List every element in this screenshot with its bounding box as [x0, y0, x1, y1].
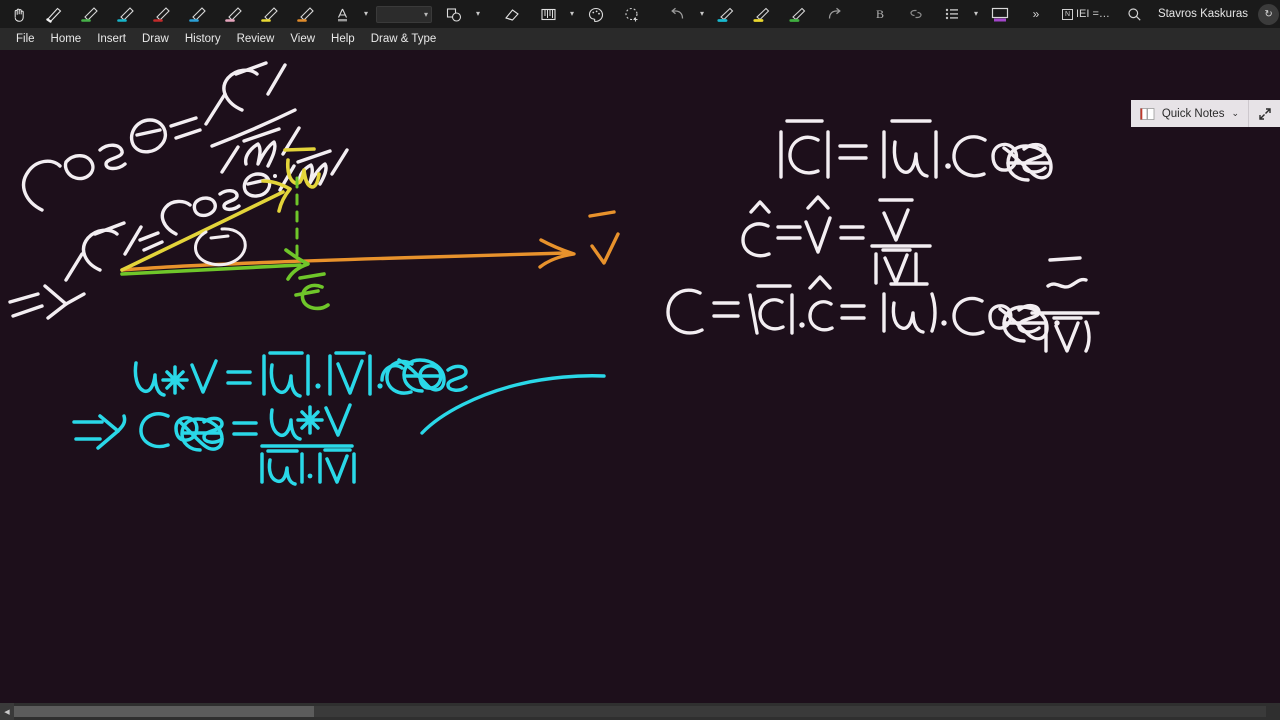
ink-formula-dot-product — [133, 351, 468, 398]
scrollbar-thumb[interactable] — [14, 706, 314, 717]
link-button[interactable] — [898, 1, 934, 27]
ink-color-tool[interactable] — [578, 1, 614, 27]
document-icon: N — [1062, 8, 1073, 20]
scroll-left-glyph: ◀ — [4, 708, 10, 716]
chevron-down-icon[interactable]: ▾ — [472, 1, 484, 27]
ink-formula-cos-theta-solved — [72, 403, 356, 486]
bold-button[interactable]: B — [862, 1, 898, 27]
document-name[interactable]: N IEI =… — [1054, 8, 1118, 20]
chevron-down-icon: ▾ — [423, 9, 428, 19]
color-swatch[interactable]: ▾ — [376, 5, 432, 23]
lasso-select-tool[interactable] — [614, 1, 650, 27]
ruler-tool[interactable] — [530, 1, 566, 27]
pen-tool-yellow[interactable] — [252, 1, 288, 27]
highlighter-yellow[interactable] — [744, 1, 780, 27]
redo-button[interactable] — [816, 1, 852, 27]
scroll-left-button[interactable]: ◀ — [0, 703, 14, 720]
overflow-label: » — [1032, 7, 1040, 21]
menu-draw[interactable]: Draw — [134, 30, 177, 48]
expand-notes-button[interactable] — [1248, 100, 1280, 127]
bottom-strip: ◀ — [0, 703, 1280, 720]
pen-tool-cyan[interactable] — [108, 1, 144, 27]
bullet-list-button[interactable] — [934, 1, 970, 27]
menu-insert[interactable]: Insert — [89, 30, 134, 48]
pen-tool-blue[interactable] — [180, 1, 216, 27]
chevron-down-icon[interactable]: ▾ — [970, 1, 982, 27]
font-color-picker[interactable] — [324, 1, 360, 27]
lasso-hand-tool[interactable] — [0, 1, 36, 27]
undo-button[interactable] — [660, 1, 696, 27]
horizontal-scrollbar[interactable]: ◀ — [0, 703, 1280, 720]
title-bar: ▾ ▾ ▾ ▾ ▾ B ▾ » N IEI =… Stavros Kaskura… — [0, 0, 1280, 28]
title-bar-right: N IEI =… Stavros Kaskuras ↻ — — [1054, 0, 1280, 28]
search-button[interactable] — [1118, 1, 1152, 27]
menu-bar: File Home Insert Draw History Review Vie… — [0, 28, 1280, 50]
scrollbar-end-pad — [1266, 703, 1280, 720]
ink-formula-cos-theta-definition — [22, 61, 301, 212]
menu-help[interactable]: Help — [323, 30, 363, 48]
ink-angle-theta-label — [194, 227, 247, 267]
sync-glyph: ↻ — [1264, 8, 1273, 20]
bold-label: B — [875, 6, 884, 21]
page-view-button[interactable] — [982, 1, 1018, 27]
document-name-label: IEI =… — [1076, 8, 1110, 20]
quick-notes-label: Quick Notes — [1161, 107, 1225, 120]
shapes-tool[interactable] — [436, 1, 472, 27]
highlighter-cyan[interactable] — [708, 1, 744, 27]
pen-tool-orange[interactable] — [288, 1, 324, 27]
handwritten-ink-layer — [8, 61, 1100, 486]
ink-formula-c-vector-full — [666, 256, 1100, 353]
note-canvas[interactable]: Quick Notes ⌄ — [0, 50, 1280, 703]
pen-tool-pink[interactable] — [216, 1, 252, 27]
menu-review[interactable]: Review — [229, 30, 283, 48]
menu-history[interactable]: History — [177, 30, 229, 48]
chevron-down-icon[interactable]: ▾ — [360, 1, 372, 27]
quick-notes-button[interactable]: Quick Notes ⌄ — [1130, 100, 1248, 127]
pen-tool-red[interactable] — [144, 1, 180, 27]
menu-file[interactable]: File — [8, 30, 43, 48]
quick-notes-panel: Quick Notes ⌄ — [1130, 100, 1280, 127]
pen-tool-green[interactable] — [72, 1, 108, 27]
onenote-window: ▾ ▾ ▾ ▾ ▾ B ▾ » N IEI =… Stavros Kaskura… — [0, 0, 1280, 720]
highlighter-green[interactable] — [780, 1, 816, 27]
chevron-down-icon[interactable]: ⌄ — [1231, 108, 1239, 119]
toolbar-overflow-button[interactable]: » — [1018, 1, 1054, 27]
eraser-tool[interactable] — [494, 1, 530, 27]
menu-draw-and-type[interactable]: Draw & Type — [363, 30, 445, 48]
ink-formula-c-equals-u-cos — [779, 119, 1053, 182]
chevron-down-icon[interactable]: ▾ — [566, 1, 578, 27]
notebook-icon — [1139, 107, 1155, 120]
chevron-down-icon[interactable]: ▾ — [696, 1, 708, 27]
menu-home[interactable]: Home — [43, 30, 90, 48]
drawing-toolbar: ▾ ▾ ▾ ▾ ▾ B ▾ » — [0, 0, 1054, 28]
ink-vector-c-green — [120, 248, 330, 311]
sync-status-icon[interactable]: ↻ — [1258, 3, 1280, 25]
scrollbar-track[interactable] — [14, 706, 1266, 717]
ink-formula-c-hat-equals-v-hat — [741, 195, 932, 285]
menu-view[interactable]: View — [282, 30, 323, 48]
user-name[interactable]: Stavros Kaskuras — [1152, 8, 1258, 20]
pen-tool-white[interactable] — [36, 1, 72, 27]
